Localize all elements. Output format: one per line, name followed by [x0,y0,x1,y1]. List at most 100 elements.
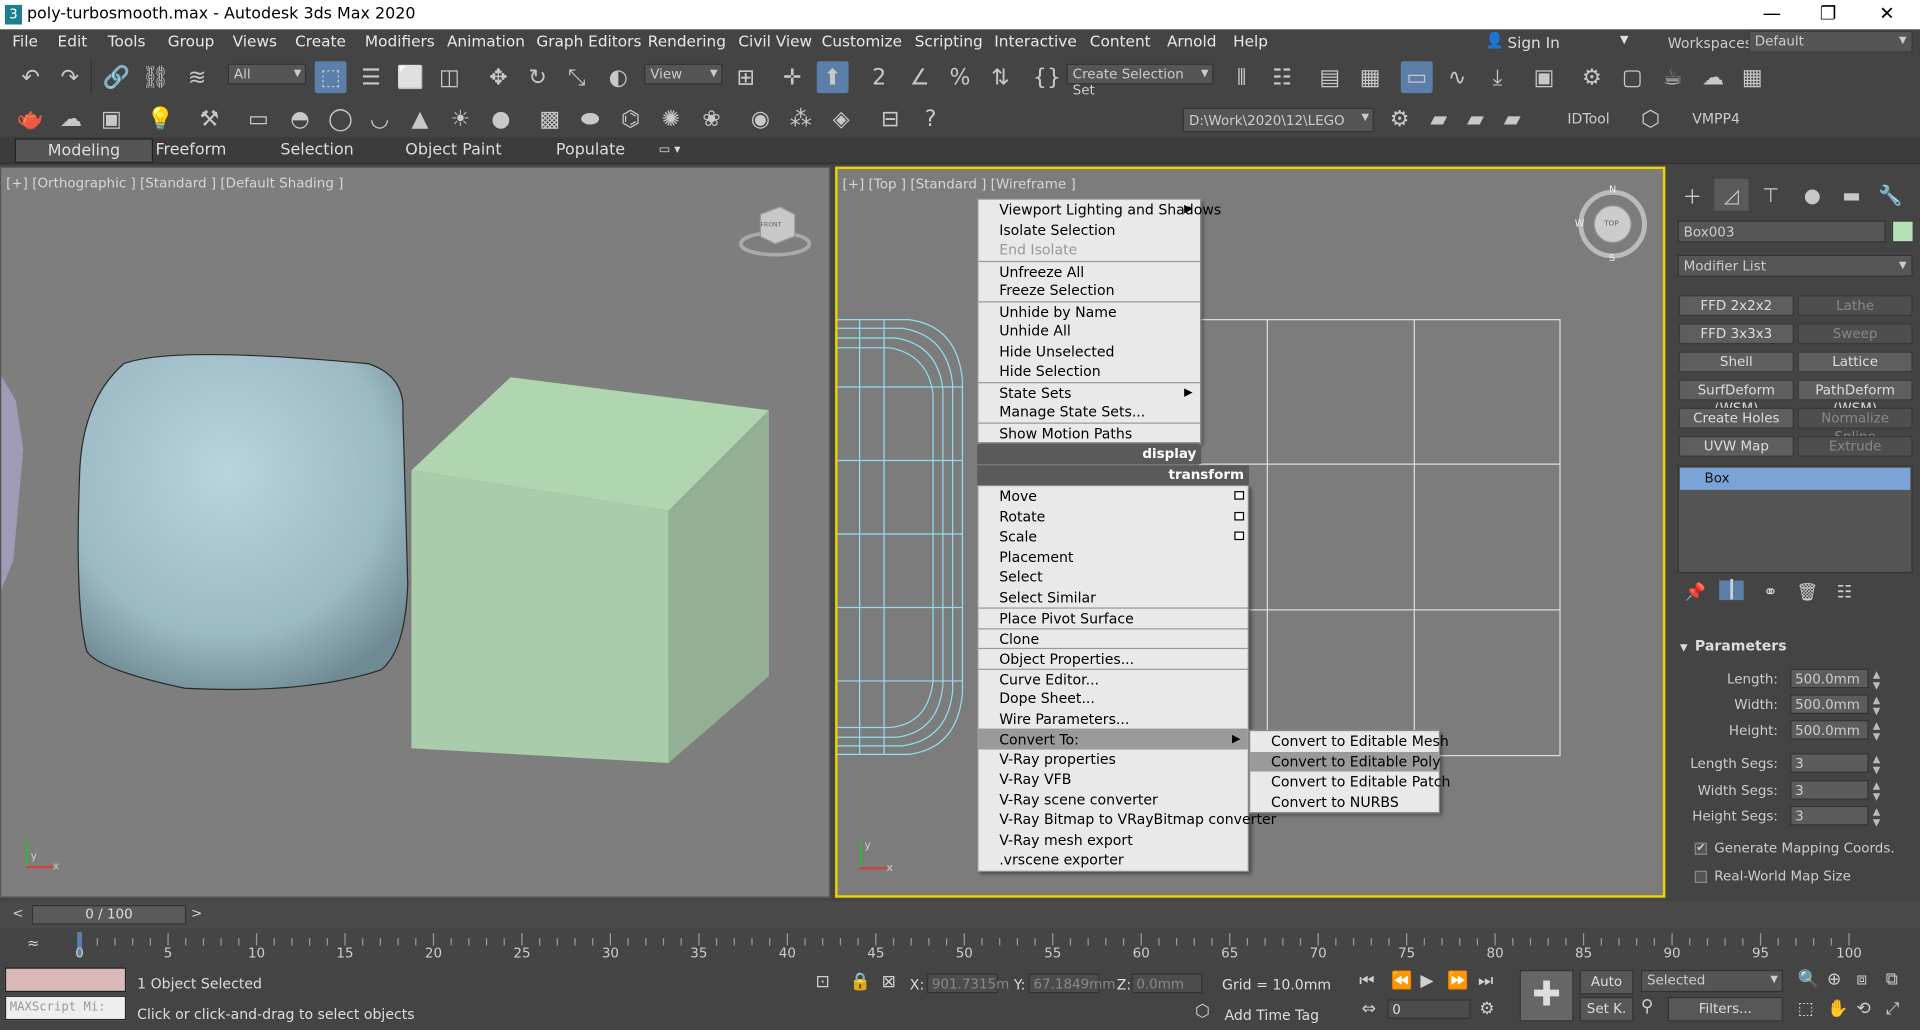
menu-item-unhide-by-name[interactable]: Unhide by Name [978,300,1201,321]
rendered-frame-window-icon[interactable]: ▢ [1616,61,1648,93]
minimize-button[interactable]: — [1753,2,1790,24]
percent-snap-icon[interactable]: % [944,61,976,93]
project-icon[interactable]: ⚙ [1384,103,1416,135]
idtool-button[interactable]: IDTool [1567,110,1609,127]
vmpp-button[interactable]: VMPP4 [1692,110,1740,127]
menu-item-select-similar[interactable]: Select Similar [978,587,1247,607]
pivot-center-icon[interactable]: ⊞ [730,61,762,93]
vray-color-icon[interactable]: ⁂ [785,103,817,135]
dome-icon[interactable]: ◓ [284,103,316,135]
isolate-selection-icon[interactable]: ⊡ [816,972,830,992]
menu-item-wire-parameters[interactable]: Wire Parameters... [978,708,1247,728]
menu-item-v-ray-vfb[interactable]: V-Ray VFB [978,769,1247,789]
sun-icon[interactable]: ☀ [444,103,476,135]
folder-icon[interactable]: ▰ [1423,103,1455,135]
next-frame-icon[interactable]: > [191,905,202,921]
workspace-dropdown[interactable]: Default ▼ [1748,30,1913,53]
vray-displacement-icon[interactable]: ✺ [655,103,687,135]
teapot-icon[interactable]: 🫖 [15,103,47,135]
motion-tab-icon[interactable]: ● [1795,179,1829,211]
reference-coordinate-dropdown[interactable]: View [644,63,723,85]
menu-create[interactable]: Create [295,32,346,50]
menu-graph-editors[interactable]: Graph Editors [536,32,641,50]
menu-item-manage-state-sets[interactable]: Manage State Sets... [978,402,1200,422]
field-of-view-icon[interactable]: ⬚ [1798,999,1814,1019]
modify-tab-icon[interactable]: ◿ [1714,178,1749,211]
schematic-view-icon[interactable]: ⤓ [1482,61,1514,93]
sphere-icon[interactable]: ● [485,103,517,135]
render-setup-icon[interactable]: ⚙ [1576,61,1608,93]
modifier-button-ffd-2x2x2[interactable]: FFD 2x2x2 [1678,295,1794,316]
modifier-button-lattice[interactable]: Lattice [1797,351,1913,373]
bowl-icon[interactable]: ◡ [364,103,396,135]
unlink-icon[interactable]: ⛓ [140,61,172,93]
menu-animation[interactable]: Animation [447,32,525,50]
time-configuration-icon[interactable]: ⚙ [1479,999,1494,1019]
maximize-button[interactable]: ❐ [1810,2,1847,24]
spinner-icon[interactable]: ▲▼ [1871,780,1882,802]
material-editor-icon[interactable]: ▣ [1528,61,1560,93]
rectangular-selection-icon[interactable]: ⬜ [394,61,426,93]
spinner-icon[interactable]: ▲▼ [1871,753,1882,775]
render-in-cloud-icon[interactable]: ☁ [1697,61,1729,93]
viewport-orthographic[interactable]: [+] [Orthographic ] [Standard ] [Default… [0,166,831,898]
tab-selection[interactable]: Selection [280,141,353,159]
menu-item-convert-to-editable-mesh[interactable]: Convert to Editable Mesh [1250,731,1449,751]
menu-item-v-ray-bitmap-to-vraybitmap-converter[interactable]: V-Ray Bitmap to VRayBitmap converter [978,810,1276,830]
param-value-field[interactable]: 500.0mm [1790,694,1869,715]
snaps-toggle-icon[interactable]: 2 [863,61,895,93]
menu-item-viewport-lighting-and-shadows[interactable]: Viewport Lighting and Shadows ▶ [978,200,1221,220]
absolute-mode-icon[interactable]: ⊠ [882,972,896,992]
menu-rendering[interactable]: Rendering [648,32,726,50]
zoom-all-icon[interactable]: ⊕ [1827,970,1841,990]
param-value-field[interactable]: 500.0mm [1790,720,1869,740]
zoom-extents-icon[interactable]: ⧈ [1856,970,1867,990]
spinner-icon[interactable]: ▲▼ [1871,720,1882,742]
prev-frame-icon[interactable]: < [12,905,23,921]
filters-button[interactable]: Filters... [1667,996,1783,1022]
options-box-icon[interactable] [1234,491,1245,500]
menu-item-place-pivot-surface[interactable]: Place Pivot Surface [978,607,1248,627]
selection-filter-dropdown[interactable]: All [227,63,307,85]
vray-mesh-icon[interactable]: ⌬ [615,103,647,135]
z-coordinate[interactable]: 0.0mm [1131,973,1203,994]
modifier-button-ffd-3x3x3[interactable]: FFD 3x3x3 [1678,323,1794,345]
light-lister-icon[interactable]: 💡 [144,103,176,135]
window-crossing-icon[interactable]: ◫ [433,61,465,93]
options-box-icon[interactable] [1234,531,1245,541]
close-button[interactable]: ✕ [1869,2,1906,24]
options-box-icon[interactable] [1234,511,1245,520]
viewcube[interactable]: N W S TOP [1575,184,1648,263]
keyboard-shortcut-override-icon[interactable]: ⬆ [816,61,849,94]
tab-object-paint[interactable]: Object Paint [405,141,501,159]
remove-modifier-icon[interactable]: 🗑 [1796,583,1818,603]
vray-proxy-icon[interactable]: ⬬ [574,103,606,135]
tab-modeling[interactable]: Modeling [14,138,154,163]
configure-modifier-sets-icon[interactable]: ☷ [1837,583,1852,603]
menu-item-dope-sheet[interactable]: Dope Sheet... [978,688,1247,708]
curve-editor-icon[interactable]: ∿ [1441,61,1473,93]
time-tag-icon[interactable]: ⬡ [1195,1002,1210,1022]
menu-item-select[interactable]: Select [978,567,1247,587]
rotate-icon[interactable]: ↻ [522,61,554,93]
menu-item-v-ray-mesh-export[interactable]: V-Ray mesh export [978,830,1247,850]
modifier-button-surfdeform-wsm[interactable]: SurfDeform (WSM) [1678,379,1794,416]
edit-named-selection-icon[interactable]: {} [1031,61,1063,93]
sign-in-button[interactable]: 👤 Sign In ▼ [1485,29,1632,53]
current-frame-field[interactable]: 0 [1387,999,1471,1019]
y-coordinate[interactable]: 67.1849mm [1028,973,1115,994]
menu-modifiers[interactable]: Modifiers [365,32,435,50]
menu-item-unhide-all[interactable]: Unhide All [978,321,1200,341]
menu-item-isolate-selection[interactable]: Isolate Selection [978,220,1200,240]
vmpp-icon[interactable]: ⬡ [1635,103,1667,135]
parameters-rollout[interactable]: ▼ Parameters [1680,637,1787,654]
scene-explorer-icon[interactable]: ▤ [1314,61,1346,93]
menu-scripting[interactable]: Scripting [915,32,983,50]
menu-item-curve-editor[interactable]: Curve Editor... [978,668,1248,688]
generate-mapping-checkbox[interactable]: ✔ Generate Mapping Coords. [1694,840,1895,856]
plane-icon[interactable]: ▭ [242,103,274,135]
menu-item-vrscene-exporter[interactable]: .vrscene exporter [978,850,1247,870]
menu-customize[interactable]: Customize [822,32,902,50]
maximize-viewport-icon[interactable]: ⤢ [1886,999,1900,1019]
auto-key-button[interactable]: Auto [1579,969,1634,995]
